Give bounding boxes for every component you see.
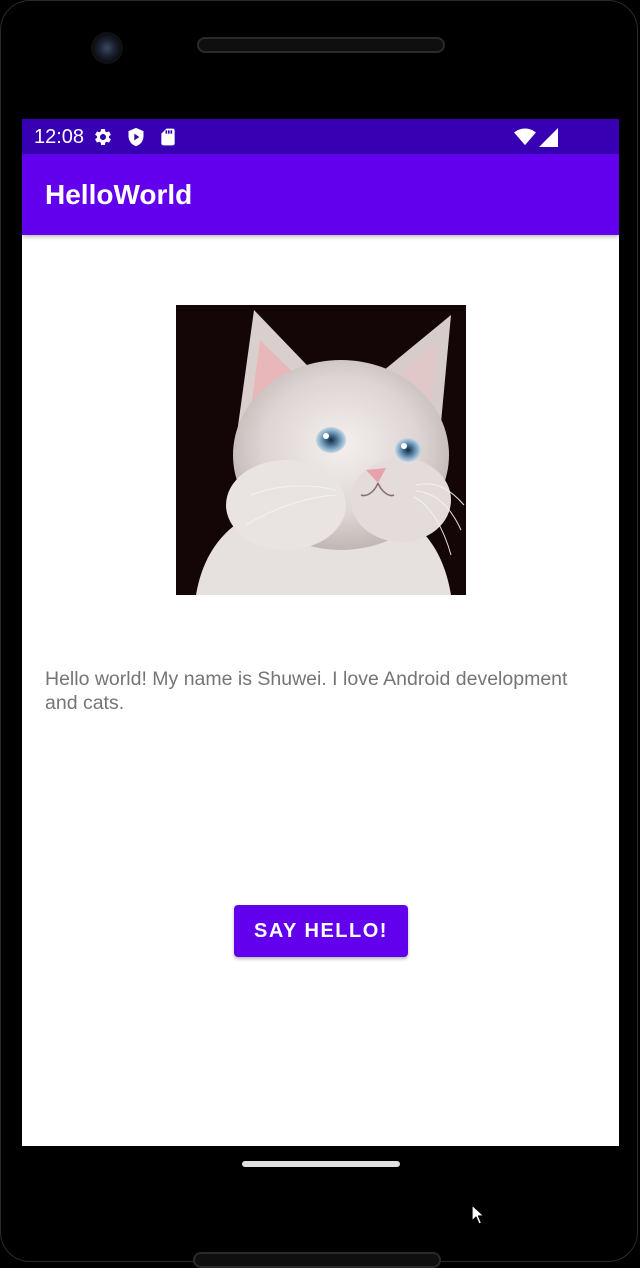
settings-icon xyxy=(93,127,113,147)
kitten-image xyxy=(176,305,466,595)
front-camera xyxy=(93,34,121,62)
device: 12:08 HelloWorld Hello world! My name is… xyxy=(0,0,640,1268)
intro-text: Hello world! My name is Shuwei. I love A… xyxy=(45,668,568,714)
say-hello-button[interactable]: SAY HELLO! xyxy=(234,905,408,957)
sd-card-icon xyxy=(158,127,178,147)
status-time: 12:08 xyxy=(34,126,85,148)
app-bar: HelloWorld xyxy=(22,154,619,235)
shield-icon xyxy=(126,127,146,147)
status-bar: 12:08 xyxy=(22,119,619,154)
wifi-icon xyxy=(514,127,536,147)
cell-signal-icon xyxy=(538,127,558,147)
mouse-pointer-icon xyxy=(471,1204,485,1225)
home-gesture-bar[interactable] xyxy=(242,1161,400,1167)
screen: 12:08 HelloWorld Hello world! My name is… xyxy=(22,119,619,1146)
bottom-speaker xyxy=(193,1252,441,1268)
app-title: HelloWorld xyxy=(45,179,193,210)
earpiece-speaker xyxy=(197,37,445,53)
